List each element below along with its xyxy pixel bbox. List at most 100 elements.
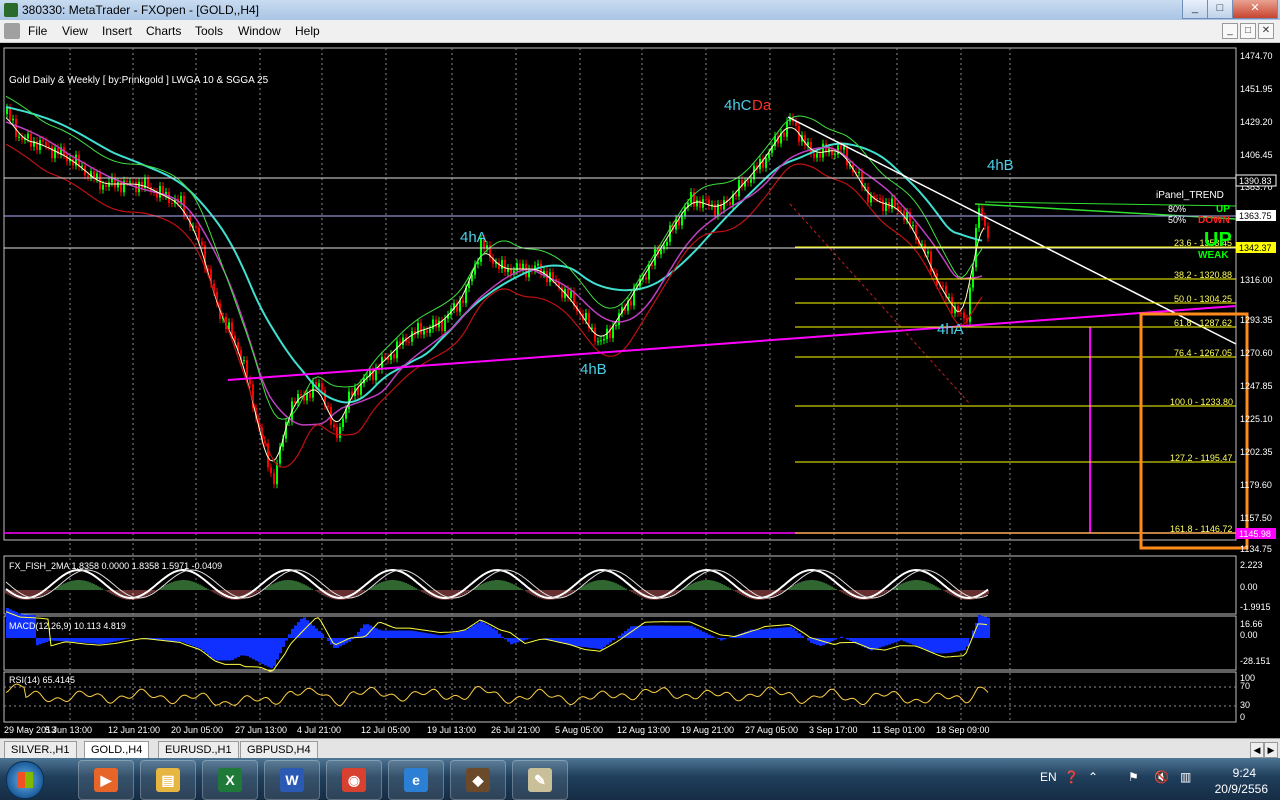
- window-title-bar[interactable]: 380330: MetaTrader - FXOpen - [GOLD,,H4]…: [0, 0, 1280, 21]
- macd-histogram-bar: [660, 625, 663, 638]
- macd-histogram-bar: [213, 638, 216, 660]
- ipanel-row-value: DOWN: [1198, 215, 1230, 226]
- macd-histogram-bar: [261, 638, 264, 664]
- macd-histogram-bar: [582, 638, 585, 647]
- macd-histogram-bar: [918, 638, 921, 647]
- menu-view[interactable]: View: [62, 24, 88, 38]
- price-scale-label: 1179.60: [1240, 480, 1272, 490]
- tab-scroll-right-button[interactable]: ▶: [1264, 742, 1278, 758]
- macd-histogram-bar: [930, 638, 933, 653]
- macd-histogram-bar: [528, 638, 531, 639]
- macd-histogram-bar: [981, 616, 984, 638]
- menu-file[interactable]: File: [28, 24, 47, 38]
- candle-body: [942, 285, 944, 287]
- minimize-button[interactable]: _: [1182, 0, 1208, 19]
- menu-charts[interactable]: Charts: [146, 24, 181, 38]
- excel-icon: X: [218, 768, 242, 792]
- price-scale-label: 1406.45: [1240, 150, 1273, 160]
- wave-label-da: Da: [752, 97, 772, 114]
- tab-gbpusd-h4[interactable]: GBPUSD,H4: [240, 741, 318, 759]
- candle-body: [273, 473, 275, 485]
- menu-tools[interactable]: Tools: [195, 24, 223, 38]
- language-indicator[interactable]: EN: [1040, 770, 1057, 784]
- candle-body: [876, 198, 878, 200]
- macd-histogram-bar: [378, 629, 381, 638]
- projection-line: [974, 203, 1237, 220]
- candle-body: [501, 260, 503, 269]
- candle-body: [108, 182, 110, 187]
- taskbar-button[interactable]: W: [264, 760, 320, 800]
- macd-histogram-bar: [183, 638, 186, 643]
- network-icon[interactable]: ▥: [1180, 770, 1191, 784]
- macd-histogram-bar: [594, 638, 597, 649]
- macd-histogram-bar: [87, 638, 90, 644]
- tray-arrow-icon[interactable]: ⌃: [1088, 770, 1098, 784]
- windows-logo-icon: [17, 772, 33, 788]
- taskbar-button[interactable]: ◉: [326, 760, 382, 800]
- candle-body: [444, 318, 446, 332]
- taskbar-button[interactable]: X: [202, 760, 258, 800]
- tab-scroll-left-button[interactable]: ◀: [1250, 742, 1264, 758]
- menu-insert[interactable]: Insert: [102, 24, 132, 38]
- candle-body: [603, 339, 605, 341]
- candle-body: [900, 210, 902, 212]
- macd-histogram-bar: [90, 638, 93, 644]
- fisher-scale-label: 0.00: [1240, 582, 1258, 592]
- tab-eurusd-h1[interactable]: EURUSD.,H1: [158, 741, 239, 759]
- macd-histogram-bar: [246, 638, 249, 657]
- macd-histogram-bar: [987, 617, 990, 638]
- clock-time[interactable]: 9:24: [1233, 766, 1256, 780]
- menu-help[interactable]: Help: [295, 24, 320, 38]
- taskbar-button[interactable]: ▤: [140, 760, 196, 800]
- taskbar-button[interactable]: ◆: [450, 760, 506, 800]
- candle-body: [783, 132, 785, 137]
- maximize-button[interactable]: □: [1207, 0, 1233, 19]
- macd-histogram-bar: [57, 638, 60, 641]
- macd-histogram-bar: [75, 638, 78, 643]
- macd-histogram-bar: [819, 638, 822, 646]
- fib-label: 50.0 - 1304.25: [1174, 294, 1232, 304]
- chart-close-button[interactable]: ✕: [1258, 23, 1274, 39]
- candle-body: [963, 312, 965, 319]
- close-button[interactable]: ✕: [1232, 0, 1278, 19]
- macd-histogram-bar: [789, 626, 792, 638]
- price-chart[interactable]: Gold Daily & Weekly [ by:Prinkgold ] LWG…: [0, 44, 1280, 738]
- candle-body: [9, 107, 11, 121]
- chart-minimize-button[interactable]: _: [1222, 23, 1238, 39]
- tab-gold-h4[interactable]: GOLD.,H4: [84, 741, 150, 759]
- macd-histogram-bar: [69, 638, 72, 642]
- chart-window[interactable]: Gold Daily & Weekly [ by:Prinkgold ] LWG…: [0, 44, 1280, 738]
- flag-icon[interactable]: ⚑: [1128, 770, 1139, 784]
- macd-histogram-bar: [669, 625, 672, 638]
- macd-histogram-bar: [906, 638, 909, 643]
- macd-histogram-bar: [327, 638, 330, 642]
- taskbar-button[interactable]: ▶: [78, 760, 134, 800]
- wave-label-4ha-right: 4hA: [937, 321, 964, 338]
- macd-histogram-bar: [267, 638, 270, 667]
- macd-histogram-bar: [504, 638, 507, 640]
- price-scale-label: 1316.00: [1240, 275, 1273, 285]
- candle-body: [681, 215, 683, 226]
- macd-histogram-bar: [108, 638, 111, 643]
- candle-body: [891, 198, 893, 209]
- chart-restore-button[interactable]: □: [1240, 23, 1256, 39]
- price-scale-label: 1451.95: [1240, 84, 1273, 94]
- date-axis-label: 3 Sep 17:00: [809, 725, 858, 735]
- resistance-trendline: [787, 116, 1237, 345]
- candle-body: [948, 297, 950, 299]
- candle-body: [333, 424, 335, 428]
- start-button[interactable]: [6, 761, 44, 799]
- macd-histogram-bar: [483, 622, 486, 638]
- tab-silver-h1[interactable]: SILVER.,H1: [4, 741, 77, 759]
- macd-histogram-bar: [873, 638, 876, 650]
- menu-window[interactable]: Window: [238, 24, 281, 38]
- macd-histogram-bar: [234, 638, 237, 659]
- candle-body: [645, 277, 647, 280]
- clock-date[interactable]: 20/9/2556: [1215, 782, 1268, 796]
- taskbar-button[interactable]: ✎: [512, 760, 568, 800]
- volume-icon[interactable]: 🔇: [1154, 770, 1169, 784]
- fisher-scale-label: 2.223: [1240, 560, 1263, 570]
- macd-histogram-bar: [180, 638, 183, 642]
- taskbar-button[interactable]: e: [388, 760, 444, 800]
- help-icon[interactable]: ❓: [1064, 770, 1079, 784]
